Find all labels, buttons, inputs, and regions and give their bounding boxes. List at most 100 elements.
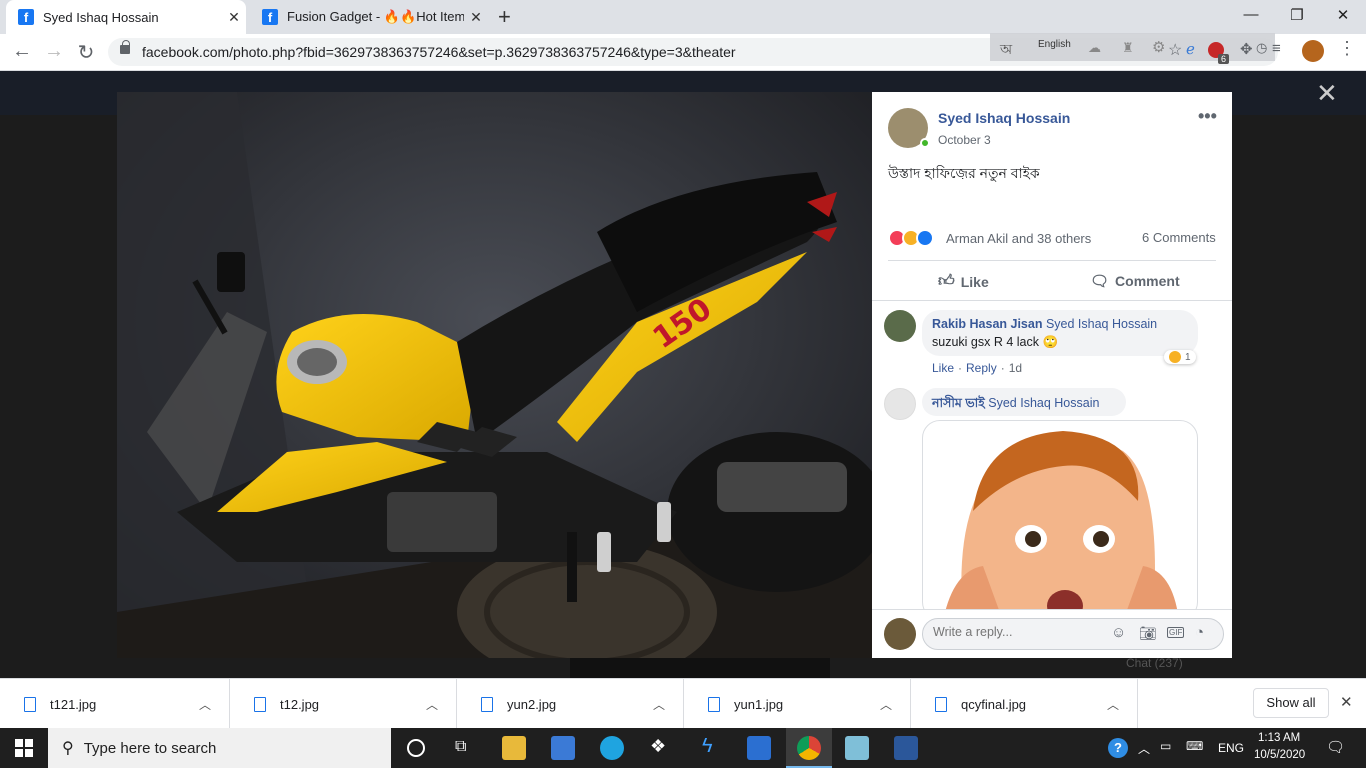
emoji-icon[interactable]: ☺ bbox=[1111, 624, 1126, 641]
chat-hint[interactable]: Chat (237) bbox=[1126, 656, 1183, 670]
download-item[interactable]: qcyfinal.jpg ︿ bbox=[911, 679, 1138, 729]
browser-menu-icon[interactable]: ⋮ bbox=[1338, 38, 1356, 59]
chevron-up-icon[interactable]: ︿ bbox=[426, 696, 438, 713]
reaction-icons[interactable] bbox=[888, 229, 934, 247]
camera-icon[interactable]: 📷︎ bbox=[1139, 625, 1157, 642]
gif-icon[interactable]: GIF bbox=[1167, 627, 1185, 638]
store-icon[interactable] bbox=[551, 736, 575, 760]
task-view-icon[interactable]: ⧉ bbox=[455, 738, 466, 756]
post-caption: উস্তাদ হাফিজ়ের নতুন বাইক bbox=[888, 165, 1040, 181]
comments-count[interactable]: 6 Comments bbox=[1142, 230, 1216, 245]
cortana-icon[interactable] bbox=[407, 739, 425, 757]
comment-reaction-badge[interactable]: 1 bbox=[1164, 350, 1196, 364]
comment-reply-link[interactable]: Reply bbox=[966, 361, 997, 375]
clock-date[interactable]: 10/5/2020 bbox=[1254, 749, 1305, 761]
comment-sticker-image[interactable] bbox=[922, 420, 1198, 620]
dropbox-icon[interactable]: ❖ bbox=[650, 736, 666, 757]
post-author[interactable]: Syed Ishaq Hossain bbox=[938, 110, 1070, 126]
tab-title: Syed Ishaq Hossain bbox=[43, 9, 159, 25]
tab-facebook-profile[interactable]: f Syed Ishaq Hossain ✕ bbox=[6, 0, 246, 34]
commenter-avatar[interactable] bbox=[884, 310, 916, 342]
download-item[interactable]: t12.jpg ︿ bbox=[230, 679, 457, 729]
post-photo[interactable]: 150 bbox=[117, 92, 872, 658]
settings-icon[interactable]: ⚙ bbox=[1152, 38, 1165, 56]
comment-author[interactable]: নাসীম ভাই bbox=[932, 396, 985, 410]
bangla-ime-icon[interactable]: অ bbox=[1000, 38, 1012, 62]
close-tab-icon[interactable]: ✕ bbox=[222, 9, 246, 26]
keyboard-icon[interactable]: ⌨ bbox=[1186, 739, 1203, 753]
back-button[interactable]: ← bbox=[8, 40, 36, 63]
chevron-up-icon[interactable]: ︿ bbox=[1107, 696, 1119, 713]
notepad-icon[interactable] bbox=[845, 736, 869, 760]
download-item[interactable]: yun2.jpg ︿ bbox=[457, 679, 684, 729]
chevron-up-icon[interactable]: ︿ bbox=[653, 696, 665, 713]
tray-chevron-icon[interactable]: ︿ bbox=[1138, 740, 1150, 757]
comment-text: suzuki gsx R 4 lack 🙄 bbox=[932, 335, 1059, 349]
ime-language[interactable]: English bbox=[1038, 39, 1071, 50]
bookmark-star-icon[interactable]: ☆ bbox=[1168, 40, 1182, 60]
word-icon[interactable] bbox=[894, 736, 918, 760]
forward-button[interactable]: → bbox=[40, 40, 68, 63]
chevron-up-icon[interactable]: ︿ bbox=[199, 696, 211, 713]
tab-fusion-gadget[interactable]: f Fusion Gadget - 🔥🔥Hot Item🔥( ✕ bbox=[250, 0, 488, 34]
reactions-summary[interactable]: Arman Akil and 38 others bbox=[946, 231, 1091, 246]
help-icon[interactable]: ? bbox=[1108, 738, 1128, 758]
reply-input[interactable] bbox=[933, 625, 1103, 639]
comment-button[interactable]: 🗨︎ Comment bbox=[1090, 272, 1180, 290]
download-filename: t12.jpg bbox=[280, 696, 320, 712]
sticker-icon[interactable]: ◔ bbox=[1195, 624, 1204, 641]
tab-title: Fusion Gadget - 🔥🔥Hot Item🔥( bbox=[287, 9, 464, 24]
browser-extension-icon[interactable]: ℯ bbox=[1186, 40, 1195, 58]
close-photo-icon[interactable]: ✕ bbox=[1316, 78, 1338, 109]
new-tab-button[interactable]: + bbox=[498, 5, 511, 29]
clock-extension-icon[interactable]: ◷ bbox=[1256, 40, 1267, 56]
close-downloads-icon[interactable]: ✕ bbox=[1340, 693, 1353, 711]
edge-icon[interactable] bbox=[600, 736, 624, 760]
app-icon[interactable]: ϟ bbox=[702, 735, 713, 758]
network-icon[interactable]: ▭ bbox=[1160, 739, 1171, 753]
reading-list-icon[interactable]: ≡ bbox=[1272, 40, 1281, 57]
chrome-taskbar-button[interactable] bbox=[786, 728, 832, 768]
like-button[interactable]: 👍︎ Like bbox=[938, 272, 989, 291]
profile-avatar[interactable] bbox=[1302, 40, 1324, 62]
extensions-puzzle-icon[interactable]: ✥ bbox=[1240, 40, 1253, 58]
file-icon bbox=[254, 696, 266, 712]
reply-input-wrapper: ☺ 📷︎ GIF ◔ bbox=[922, 618, 1224, 650]
cloud-icon[interactable]: ☁ bbox=[1088, 40, 1101, 56]
comment-label: Comment bbox=[1115, 273, 1180, 289]
maximize-button[interactable]: ❐ bbox=[1274, 6, 1320, 24]
taskbar-search[interactable]: ⚲ Type here to search bbox=[48, 728, 391, 768]
show-all-downloads-button[interactable]: Show all bbox=[1253, 688, 1329, 718]
download-item[interactable]: t121.jpg ︿ bbox=[0, 679, 230, 729]
language-indicator[interactable]: ENG bbox=[1218, 741, 1244, 755]
viewer-avatar bbox=[884, 618, 916, 650]
divider bbox=[888, 260, 1216, 261]
reload-button[interactable]: ↻ bbox=[72, 40, 100, 65]
download-item[interactable]: yun1.jpg ︿ bbox=[684, 679, 911, 729]
file-explorer-icon[interactable] bbox=[502, 736, 526, 760]
comment-author[interactable]: Rakib Hasan Jisan bbox=[932, 317, 1042, 331]
ime-tool-icon[interactable]: ♜ bbox=[1122, 40, 1134, 56]
facebook-icon: f bbox=[18, 9, 34, 25]
more-options-icon[interactable]: ••• bbox=[1198, 106, 1217, 127]
clock-time[interactable]: 1:13 AM bbox=[1258, 732, 1300, 744]
windows-start-icon[interactable] bbox=[15, 739, 33, 757]
commenter-avatar[interactable] bbox=[884, 388, 916, 420]
comment-tag[interactable]: Syed Ishaq Hossain bbox=[988, 396, 1099, 410]
download-filename: t121.jpg bbox=[50, 696, 97, 712]
comment-reaction-count: 1 bbox=[1185, 351, 1191, 363]
online-status-dot bbox=[920, 138, 930, 148]
comment-like-link[interactable]: Like bbox=[932, 361, 954, 375]
minimize-button[interactable]: — bbox=[1228, 6, 1274, 23]
comment-tag[interactable]: Syed Ishaq Hossain bbox=[1046, 317, 1157, 331]
post-date[interactable]: October 3 bbox=[938, 133, 991, 147]
file-icon bbox=[708, 696, 720, 712]
comment-age[interactable]: 1d bbox=[1009, 361, 1022, 375]
notifications-icon[interactable]: 🗨︎ bbox=[1326, 738, 1345, 756]
mail-icon[interactable] bbox=[747, 736, 771, 760]
chevron-up-icon[interactable]: ︿ bbox=[880, 696, 892, 713]
comment-bubble: নাসীম ভাই Syed Ishaq Hossain bbox=[922, 388, 1126, 416]
close-tab-icon[interactable]: ✕ bbox=[464, 9, 488, 26]
close-window-button[interactable]: ✕ bbox=[1320, 6, 1366, 24]
comment-bubble-icon: 🗨︎ bbox=[1090, 273, 1110, 290]
